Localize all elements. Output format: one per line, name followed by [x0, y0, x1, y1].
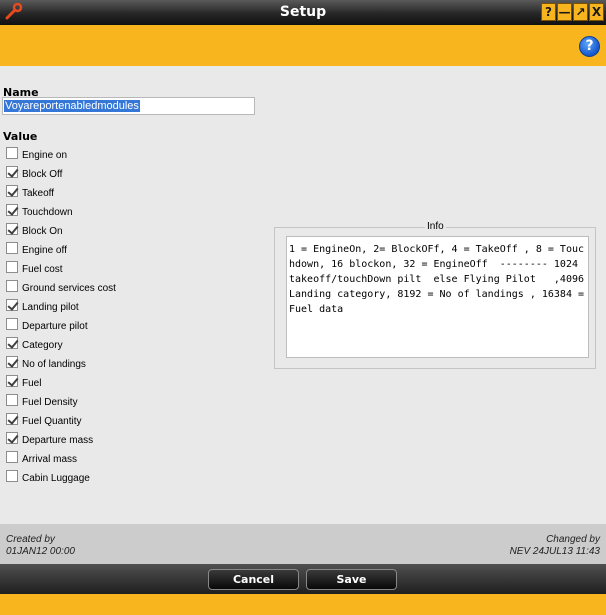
value-options: Engine on Block Off Takeoff Touchdown Block …: [6, 144, 116, 486]
minimize-button[interactable]: —: [557, 3, 572, 21]
info-fieldset: Info 1 = EngineOn, 2= BlockOFf, 4 = Take…: [274, 221, 596, 369]
title-bar: Setup ? — ↗ X: [0, 0, 606, 25]
checkbox-checked[interactable]: [6, 412, 18, 425]
value-option[interactable]: Departure pilot: [6, 315, 116, 334]
value-option-label: Category: [22, 339, 63, 351]
audit-footer: Created by 01JAN12 00:00 Changed by NEV …: [0, 524, 606, 564]
value-option[interactable]: Fuel cost: [6, 258, 116, 277]
help-icon[interactable]: ?: [579, 36, 600, 57]
value-label: Value: [3, 130, 38, 143]
changed-label: Changed by: [546, 534, 600, 545]
checkbox-checked[interactable]: [6, 203, 18, 216]
action-bar: Cancel Save: [0, 564, 606, 594]
header-band: ?: [0, 25, 606, 66]
value-option-label: Fuel cost: [22, 263, 63, 275]
checkbox-checked[interactable]: [6, 184, 18, 197]
checkbox-checked[interactable]: [6, 222, 18, 235]
value-option[interactable]: Fuel Quantity: [6, 410, 116, 429]
value-option[interactable]: Engine on: [6, 144, 116, 163]
value-option[interactable]: Departure mass: [6, 429, 116, 448]
value-option[interactable]: Fuel: [6, 372, 116, 391]
value-option[interactable]: Ground services cost: [6, 277, 116, 296]
value-option[interactable]: No of landings: [6, 353, 116, 372]
changed-info: Changed by NEV 24JUL13 11:43: [510, 534, 600, 558]
value-option[interactable]: Fuel Density: [6, 391, 116, 410]
value-option-label: Block On: [22, 225, 63, 237]
value-option[interactable]: Touchdown: [6, 201, 116, 220]
window-title: Setup: [279, 4, 327, 20]
value-option-label: No of landings: [22, 358, 86, 370]
value-option-label: Cabin Luggage: [22, 472, 90, 484]
value-option-label: Ground services cost: [22, 282, 116, 294]
checkbox-unchecked[interactable]: [6, 317, 18, 330]
maximize-button[interactable]: ↗: [573, 3, 588, 21]
value-option-label: Departure mass: [22, 434, 94, 446]
value-option-label: Touchdown: [22, 206, 73, 218]
name-input[interactable]: Voyareportenabledmodules: [2, 97, 255, 115]
value-option[interactable]: Engine off: [6, 239, 116, 258]
value-option[interactable]: Arrival mass: [6, 448, 116, 467]
created-label: Created by: [6, 534, 55, 545]
created-info: Created by 01JAN12 00:00: [6, 534, 75, 558]
checkbox-unchecked[interactable]: [6, 393, 18, 406]
value-option[interactable]: Block On: [6, 220, 116, 239]
wrench-icon: [5, 3, 23, 20]
checkbox-checked[interactable]: [6, 374, 18, 387]
window-help-button[interactable]: ?: [541, 3, 556, 21]
checkbox-checked[interactable]: [6, 298, 18, 311]
value-option[interactable]: Cabin Luggage: [6, 467, 116, 486]
value-option-label: Block Off: [22, 168, 63, 180]
value-option-label: Departure pilot: [22, 320, 88, 332]
value-option-label: Fuel Density: [22, 396, 78, 408]
value-option-label: Arrival mass: [22, 453, 78, 465]
checkbox-unchecked[interactable]: [6, 469, 18, 482]
checkbox-checked[interactable]: [6, 336, 18, 349]
name-input-value: Voyareportenabledmodules: [4, 100, 140, 112]
value-option[interactable]: Takeoff: [6, 182, 116, 201]
window-controls: ? — ↗ X: [541, 3, 604, 21]
value-option[interactable]: Category: [6, 334, 116, 353]
save-button[interactable]: Save: [306, 569, 397, 590]
checkbox-unchecked[interactable]: [6, 241, 18, 254]
value-option-label: Takeoff: [22, 187, 55, 199]
info-textarea[interactable]: 1 = EngineOn, 2= BlockOFf, 4 = TakeOff ,…: [286, 236, 589, 358]
checkbox-unchecked[interactable]: [6, 450, 18, 463]
checkbox-unchecked[interactable]: [6, 279, 18, 292]
value-option[interactable]: Block Off: [6, 163, 116, 182]
created-value: 01JAN12 00:00: [6, 546, 75, 557]
checkbox-unchecked[interactable]: [6, 260, 18, 273]
value-option-label: Engine off: [22, 244, 67, 256]
value-option-label: Landing pilot: [22, 301, 79, 313]
close-button[interactable]: X: [589, 3, 604, 21]
changed-value: NEV 24JUL13 11:43: [509, 546, 600, 557]
value-option-label: Engine on: [22, 149, 68, 161]
value-option-label: Fuel Quantity: [22, 415, 82, 427]
cancel-button[interactable]: Cancel: [208, 569, 299, 590]
checkbox-checked[interactable]: [6, 355, 18, 368]
checkbox-checked[interactable]: [6, 431, 18, 444]
bottom-band: [0, 594, 606, 615]
checkbox-checked[interactable]: [6, 165, 18, 178]
value-option-label: Fuel: [22, 377, 42, 389]
info-title: Info: [425, 221, 446, 232]
checkbox-unchecked[interactable]: [6, 146, 18, 159]
value-option[interactable]: Landing pilot: [6, 296, 116, 315]
